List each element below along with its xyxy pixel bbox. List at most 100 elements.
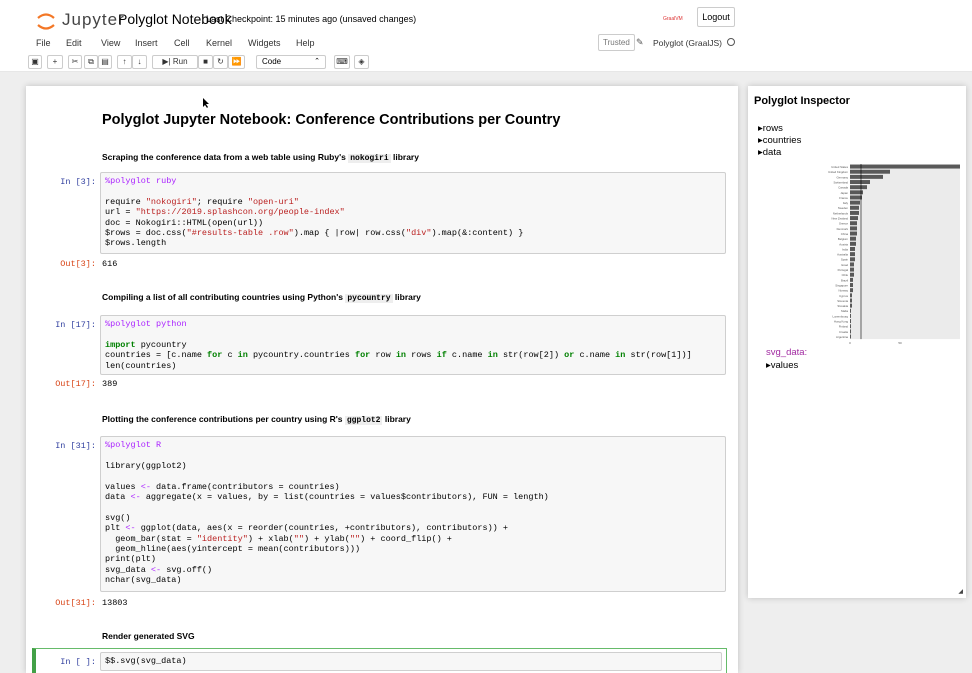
bar (850, 231, 857, 236)
paste-icon[interactable]: ▤ (98, 55, 112, 69)
markdown-cell-1[interactable]: Scraping the conference data from a web … (102, 152, 419, 163)
resize-handle-icon[interactable]: ◢ (958, 588, 963, 595)
cell-type-select[interactable]: Code (256, 55, 326, 69)
menu-kernel[interactable]: Kernel (206, 38, 232, 48)
bar (850, 180, 870, 184)
x-tick-label: 0 (849, 341, 851, 345)
category-label: Sweden (838, 206, 849, 210)
tree-item-values[interactable]: ▸values (766, 360, 798, 371)
category-label: Australia (837, 253, 848, 257)
copy-icon[interactable]: ⧉ (84, 55, 98, 69)
bar (850, 174, 883, 179)
code-cell-render[interactable]: $$.svg(svg_data) (100, 652, 722, 671)
graalvm-logo: GraalVM (663, 16, 683, 22)
markdown-cell-2[interactable]: Compiling a list of all contributing cou… (102, 292, 421, 303)
category-label: Germany (836, 175, 848, 179)
category-label: New Zealand (832, 217, 849, 221)
bar (850, 226, 857, 231)
category-label: Belgium (838, 237, 849, 241)
bar (850, 334, 851, 339)
category-label: China (841, 232, 849, 236)
code-line: doc = Nokogiri::HTML(open(url)) (105, 217, 264, 228)
menu-insert[interactable]: Insert (135, 38, 158, 48)
cell-output: 13803 (102, 598, 128, 608)
tree-item-countries[interactable]: ▸countries (758, 135, 801, 146)
menu-cell[interactable]: Cell (174, 38, 190, 48)
menu-widgets[interactable]: Widgets (248, 38, 281, 48)
interrupt-icon[interactable]: ■ (198, 55, 213, 69)
move-down-icon[interactable]: ↓ (132, 55, 147, 69)
code-line: import pycountry (105, 339, 187, 350)
bar (850, 241, 856, 246)
tree-item-rows[interactable]: ▸rows (758, 123, 783, 134)
code-line: len(countries) (105, 360, 177, 371)
input-prompt: In [ ]: (60, 657, 96, 667)
markdown-cell-3[interactable]: Plotting the conference contributions pe… (102, 414, 411, 425)
bar (850, 262, 854, 267)
cut-icon[interactable]: ✂ (68, 55, 82, 69)
jupyter-logo-icon (37, 13, 55, 30)
category-label: Argentina (836, 335, 848, 339)
kernel-name[interactable]: Polyglot (GraalJS) (653, 38, 722, 48)
bar (850, 236, 856, 241)
run-button[interactable]: ▶| Run (152, 55, 198, 69)
code-line: require "nokogiri"; require "open-uri" (105, 196, 299, 207)
menu-help[interactable]: Help (296, 38, 315, 48)
mouse-cursor-icon (203, 98, 209, 108)
tree-item-data[interactable]: ▸data (758, 147, 781, 158)
markdown-cell-4[interactable]: Render generated SVG (102, 631, 195, 641)
category-label: Finland (839, 325, 849, 329)
bar (850, 324, 851, 329)
checkpoint-status: Last Checkpoint: 15 minutes ago (unsaved… (206, 14, 417, 24)
kernel-idle-icon (727, 38, 735, 46)
menu-edit[interactable]: Edit (66, 38, 82, 48)
category-label: Brazil (841, 278, 848, 282)
trusted-indicator[interactable]: Trusted (598, 34, 635, 51)
category-label: Luxembourg (832, 314, 848, 318)
restart-icon[interactable]: ↻ (213, 55, 228, 69)
notebook-header: Jupyter Polyglot Notebook Last Checkpoin… (0, 0, 972, 72)
bar (850, 272, 854, 277)
bar (850, 205, 859, 210)
jupyter-logo-text[interactable]: Jupyter (62, 10, 125, 30)
code-line: data <- aggregate(x = values, by = list(… (105, 492, 549, 503)
restart-run-all-icon[interactable]: ⏩ (228, 55, 245, 69)
logout-button[interactable]: Logout (697, 7, 735, 27)
md-text: Scraping the conference data from a web … (102, 152, 349, 162)
add-cell-icon[interactable]: + (47, 55, 63, 69)
bar (850, 283, 853, 287)
inspector-toggle-icon[interactable]: ◈ (354, 55, 369, 69)
bar (850, 185, 867, 190)
keyboard-icon[interactable]: ⌨ (334, 55, 350, 69)
bar (850, 319, 851, 324)
md-text: library (392, 292, 421, 302)
input-prompt: In [3]: (60, 177, 96, 187)
code-line: countries = [c.name for c in pycountry.c… (105, 350, 692, 361)
category-label: Japan (840, 191, 848, 195)
pencil-icon[interactable]: ✎ (636, 37, 644, 48)
bar (850, 329, 851, 334)
md-code: nokogiri (348, 154, 391, 163)
code-line: geom_bar(stat = "identity") + xlab("") +… (105, 533, 452, 544)
menu-view[interactable]: View (101, 38, 120, 48)
code-line: library(ggplot2) (105, 460, 187, 471)
category-label: Chile (842, 273, 849, 277)
code-cell-ruby[interactable]: %polyglot ruby require "nokogiri"; requi… (100, 172, 726, 254)
save-icon[interactable]: ▣ (28, 55, 42, 69)
md-text: Compiling a list of all contributing cou… (102, 292, 346, 302)
bar (850, 313, 851, 318)
bar (850, 195, 862, 200)
notebook-heading: Polyglot Jupyter Notebook: Conference Co… (102, 112, 561, 128)
menu-file[interactable]: File (36, 38, 51, 48)
move-up-icon[interactable]: ↑ (117, 55, 132, 69)
category-label: United States (831, 165, 848, 169)
category-label: Canada (838, 186, 848, 190)
md-code: ggplot2 (344, 416, 383, 425)
output-prompt: Out[3]: (60, 259, 96, 269)
code-cell-python[interactable]: %polyglot python import pycountry countri… (100, 315, 726, 375)
category-label: Norway (839, 289, 849, 293)
code-cell-r[interactable]: %polyglot R library(ggplot2) values <- d… (100, 436, 726, 592)
